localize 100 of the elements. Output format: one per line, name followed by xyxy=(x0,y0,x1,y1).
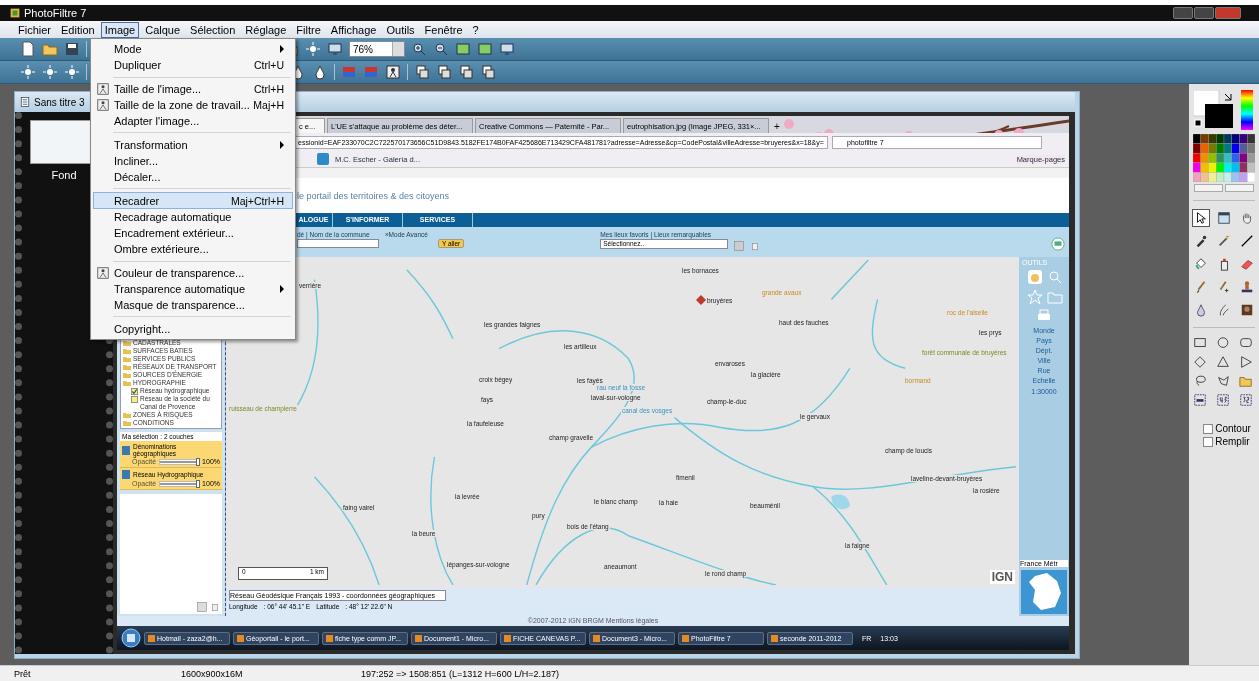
site-tagline: le portail des territoires & des citoyens xyxy=(297,191,450,201)
triangle-icon[interactable] xyxy=(1215,355,1231,369)
zoom-in-icon[interactable] xyxy=(411,41,427,57)
menu-item[interactable]: Réglage xyxy=(241,21,291,38)
stamp-icon xyxy=(1240,280,1254,294)
menu-item[interactable]: Transparence automatique xyxy=(93,280,293,298)
brush-plus-icon xyxy=(1217,280,1231,294)
diamond-icon[interactable] xyxy=(1192,355,1208,369)
checkbox[interactable] xyxy=(131,396,138,403)
dashed-bar-icon[interactable] xyxy=(1192,393,1208,407)
menu-item[interactable]: Dupliquer Ctrl+U xyxy=(93,57,293,74)
menu-item[interactable]: Recadrage automatique xyxy=(93,208,293,225)
new-page-icon[interactable] xyxy=(20,41,36,57)
monitor-icon[interactable] xyxy=(327,41,343,57)
drop-icon[interactable] xyxy=(312,64,328,80)
map-marker-icon[interactable] xyxy=(696,295,706,305)
ratio-four-three-icon[interactable] xyxy=(1215,393,1231,407)
color-swatch-grid-drawing[interactable] xyxy=(1193,134,1255,182)
folder-icon[interactable] xyxy=(42,41,58,57)
menu-item[interactable]: Copyright... xyxy=(93,320,293,337)
ign-logo: IGN xyxy=(989,570,1015,584)
menu-item[interactable]: Incliner... xyxy=(93,152,293,170)
checkbox[interactable] xyxy=(1203,436,1214,447)
paint-bucket-icon xyxy=(1194,257,1208,271)
menu-item[interactable]: Ombre extérieure... xyxy=(93,241,293,258)
menu-item[interactable]: Couleur de transparence... xyxy=(93,264,293,281)
slider-thumb[interactable] xyxy=(196,457,201,466)
stacked-layers-icon[interactable] xyxy=(436,64,452,80)
monitor-icon[interactable] xyxy=(499,41,515,57)
circle-icon[interactable] xyxy=(1215,336,1231,350)
status-text: Prêt xyxy=(13,668,32,679)
zoom-out-icon[interactable] xyxy=(433,41,449,57)
menu-item[interactable]: Sélection xyxy=(186,21,240,38)
sun-icon[interactable] xyxy=(305,41,321,57)
menu-item[interactable]: Fichier xyxy=(14,21,55,38)
menu-item[interactable]: Taille de la zone de travail... Maj+H xyxy=(93,96,293,114)
menu-item[interactable]: Image xyxy=(100,21,140,38)
place-search-field[interactable] xyxy=(297,239,379,248)
menu-item[interactable]: Affichage xyxy=(326,21,381,38)
polygon-lasso-icon[interactable] xyxy=(1215,374,1231,388)
color-bars-icon[interactable] xyxy=(341,64,357,80)
open-folder-icon[interactable] xyxy=(1238,374,1254,388)
framed-figure-icon[interactable] xyxy=(385,64,401,80)
portrait-icon xyxy=(1240,303,1254,317)
window-title: PhotoFiltre 7 xyxy=(24,7,87,19)
bookmark-favicon-icon xyxy=(315,151,331,167)
sun-icon[interactable] xyxy=(42,64,58,80)
ratio-three-two-icon[interactable] xyxy=(1238,393,1254,407)
stacked-layers-icon[interactable] xyxy=(480,64,496,80)
menu-item[interactable]: Recadrer Maj+Ctrl+H xyxy=(93,192,293,209)
menu-item[interactable]: Outils xyxy=(382,21,419,38)
menu-item[interactable]: Adapter l'image... xyxy=(93,113,293,130)
color-selector-drawing[interactable] xyxy=(1193,90,1255,130)
checkbox[interactable] xyxy=(131,388,138,395)
slider-thumb[interactable] xyxy=(196,479,201,488)
menu-item[interactable]: Encadrement extérieur... xyxy=(93,224,293,242)
right-triangle-icon[interactable] xyxy=(1238,355,1254,369)
rectangle-icon[interactable] xyxy=(1192,336,1208,350)
menu-item[interactable]: Transformation xyxy=(93,136,293,153)
menu-item[interactable]: Fenêtre xyxy=(420,21,467,38)
menu-item[interactable]: Taille de l'image... Ctrl+H xyxy=(93,80,293,97)
new-tab-button[interactable]: + xyxy=(771,120,783,133)
arrow-pointer-tool[interactable] xyxy=(1192,209,1210,227)
menu-item[interactable]: Masque de transparence... xyxy=(93,297,293,314)
menu-item[interactable]: Filtre xyxy=(292,21,325,38)
window-icon xyxy=(1217,211,1231,225)
screen-icon[interactable] xyxy=(1051,237,1065,251)
checkbox-label[interactable]: Contour xyxy=(1215,423,1251,434)
status-text: 197:252 => 1508:851 (L=1312 H=600 L/H=2.187) xyxy=(360,668,559,679)
info-icon[interactable] xyxy=(122,445,130,455)
menu-item[interactable]: ? xyxy=(468,21,483,38)
menu-item[interactable]: Décaler... xyxy=(93,169,293,186)
fit-window-icon[interactable] xyxy=(477,41,493,57)
menu-item[interactable]: Calque xyxy=(141,21,185,38)
stacked-layers-icon[interactable] xyxy=(414,64,430,80)
arrow-pointer-icon xyxy=(1194,211,1208,225)
window-tool[interactable] xyxy=(1215,209,1233,227)
app-logo-icon xyxy=(10,8,20,18)
sun-icon[interactable] xyxy=(64,64,80,80)
save-icon[interactable] xyxy=(64,41,80,57)
color-bars-icon[interactable] xyxy=(363,64,379,80)
eraser-icon xyxy=(1240,257,1254,271)
document-icon xyxy=(19,96,31,108)
menu-item[interactable]: Edition xyxy=(57,21,99,38)
start-button-icon[interactable] xyxy=(121,628,141,648)
magic-wand-icon xyxy=(1217,234,1231,248)
dropper-icon xyxy=(1194,234,1208,248)
fit-window-icon[interactable] xyxy=(455,41,471,57)
sun-icon[interactable] xyxy=(20,64,36,80)
line-icon xyxy=(1240,234,1254,248)
menu-item[interactable]: Mode xyxy=(93,41,293,58)
checkbox-label[interactable]: Remplir xyxy=(1215,436,1250,447)
status-text: 1600x900x16M xyxy=(180,668,244,679)
stacked-layers-icon[interactable] xyxy=(458,64,474,80)
layer-name[interactable]: Fond xyxy=(51,169,77,181)
checkbox[interactable] xyxy=(1203,423,1214,434)
zoom-field[interactable]: 76% xyxy=(349,41,405,57)
document-title: Sans titre 3 xyxy=(34,96,85,108)
rounded-rectangle-icon[interactable] xyxy=(1238,336,1254,350)
star-icon[interactable] xyxy=(1027,289,1043,305)
